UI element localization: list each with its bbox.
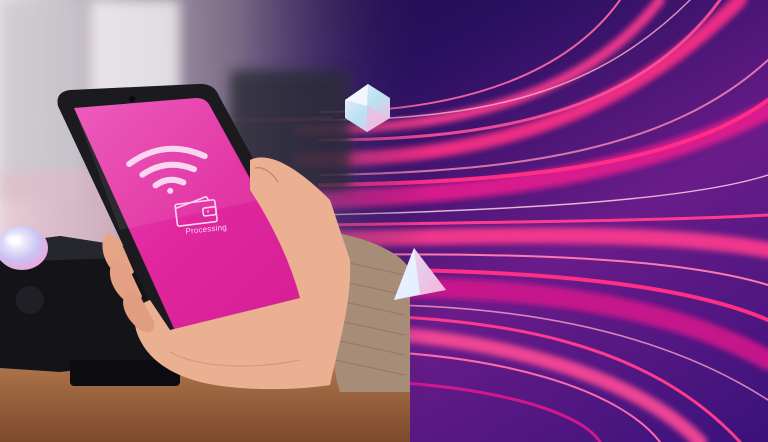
payment-scene: Processing [0, 0, 768, 442]
scene-illustration [0, 0, 768, 442]
